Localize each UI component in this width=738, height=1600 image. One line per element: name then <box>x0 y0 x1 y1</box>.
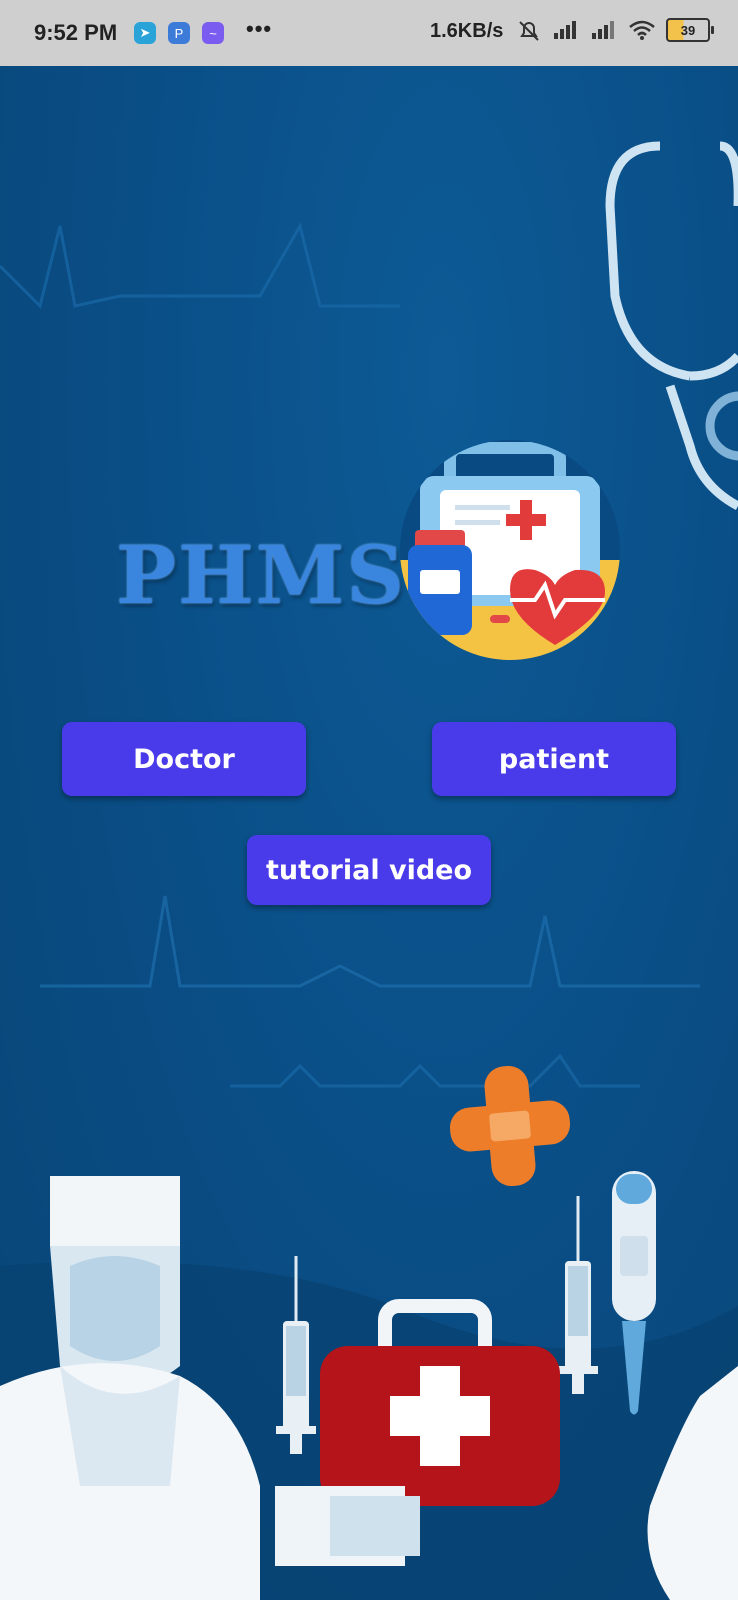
wifi-icon <box>629 20 655 40</box>
bandage-icon <box>449 1065 571 1187</box>
signal-2-icon <box>592 21 614 39</box>
doctor-button[interactable]: Doctor <box>62 722 306 796</box>
status-bar: 9:52 PM ➤ P ~ ••• 1.6KB/s 39 <box>0 0 738 66</box>
battery-icon: 39 <box>666 18 714 42</box>
network-speed: 1.6KB/s <box>430 20 504 42</box>
mute-icon <box>519 21 539 41</box>
status-icons: 39 <box>516 18 714 42</box>
ecg-line-middle <box>40 895 700 988</box>
medical-kit-logo-icon <box>400 442 620 660</box>
app-brand-title: PHMS <box>116 528 407 622</box>
app-logo <box>400 440 620 660</box>
pay-app-icon: P <box>168 22 190 44</box>
background-illustration <box>0 141 738 1600</box>
status-time: 9:52 PM <box>34 20 118 45</box>
tutorial-video-button[interactable]: tutorial video <box>247 835 491 905</box>
signal-icon <box>554 21 576 39</box>
medical-background: PHMS Doctor patient tutorial video <box>0 66 738 1600</box>
telegram-icon: ➤ <box>134 22 156 44</box>
messenger-icon: ~ <box>202 22 224 44</box>
ecg-line-lower <box>230 1053 640 1088</box>
more-notifications-icon: ••• <box>246 16 273 41</box>
ecg-line-top <box>0 222 400 309</box>
patient-button[interactable]: patient <box>432 722 676 796</box>
